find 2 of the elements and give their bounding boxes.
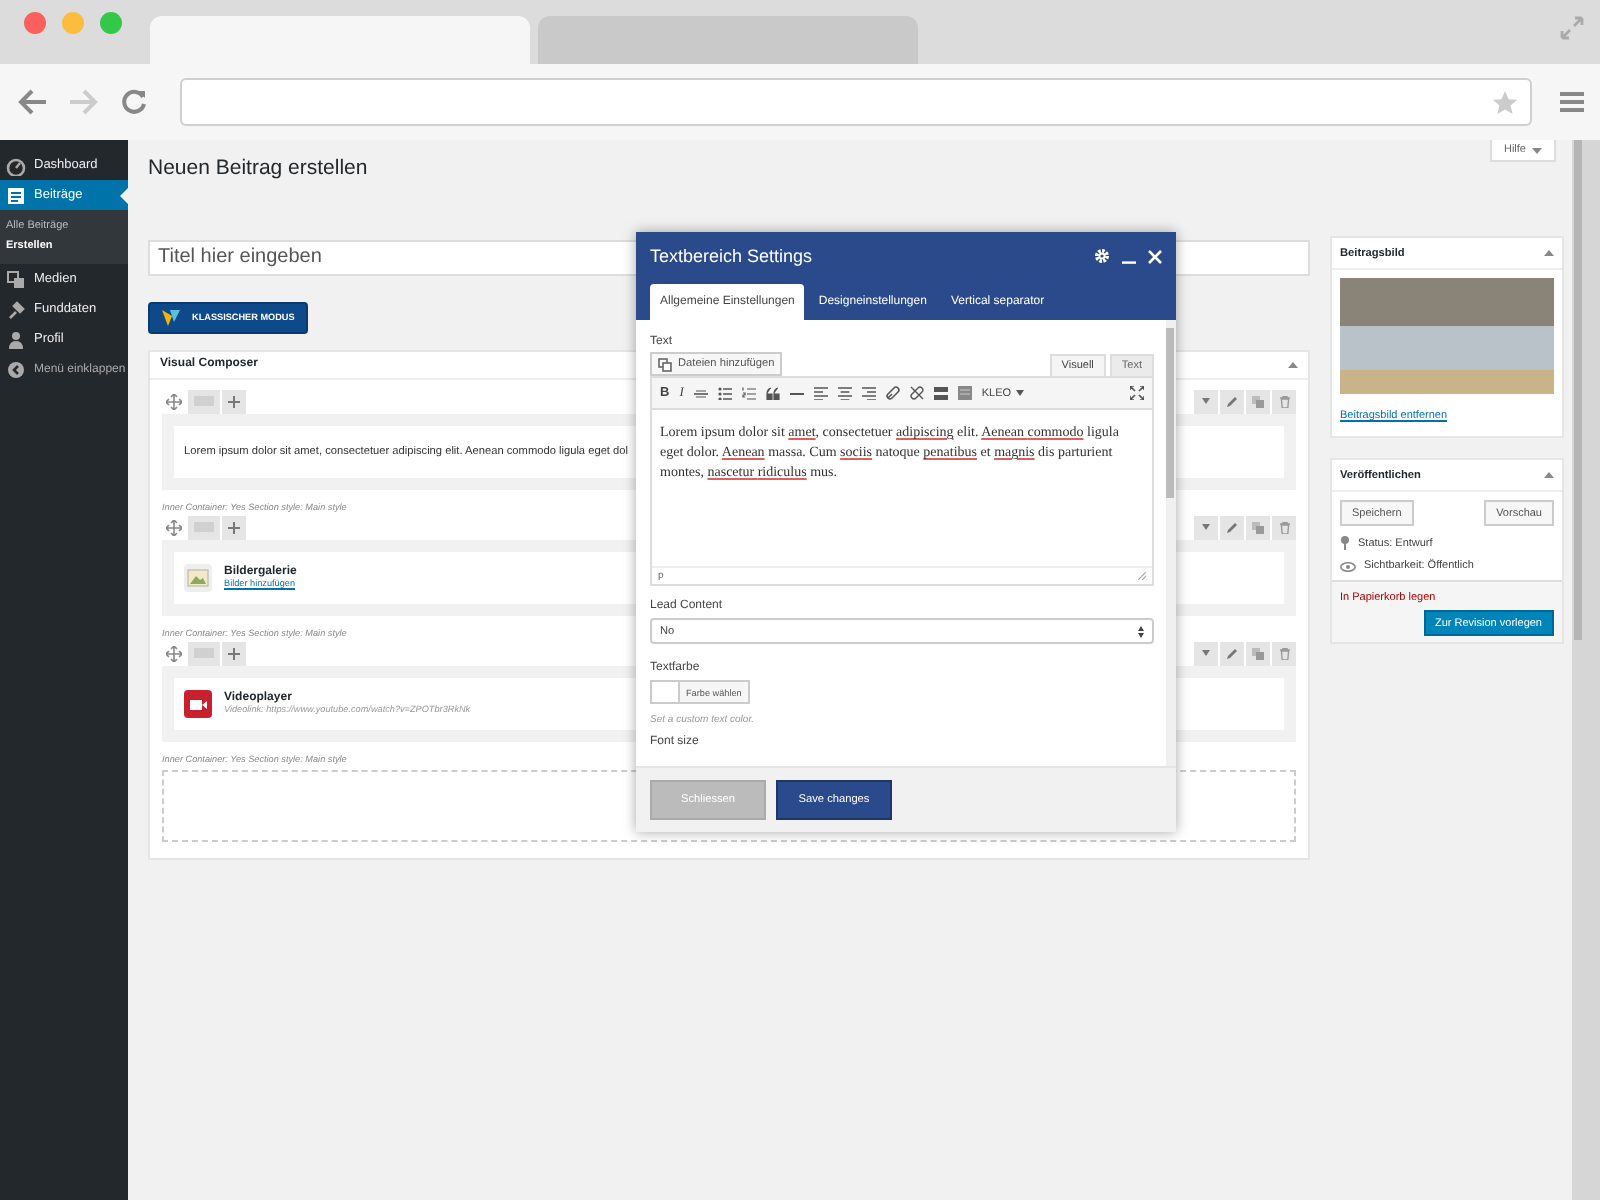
page-title: Neuen Beitrag erstellen [148,156,368,180]
dialog-title: Textbereich Settings [650,246,813,266]
